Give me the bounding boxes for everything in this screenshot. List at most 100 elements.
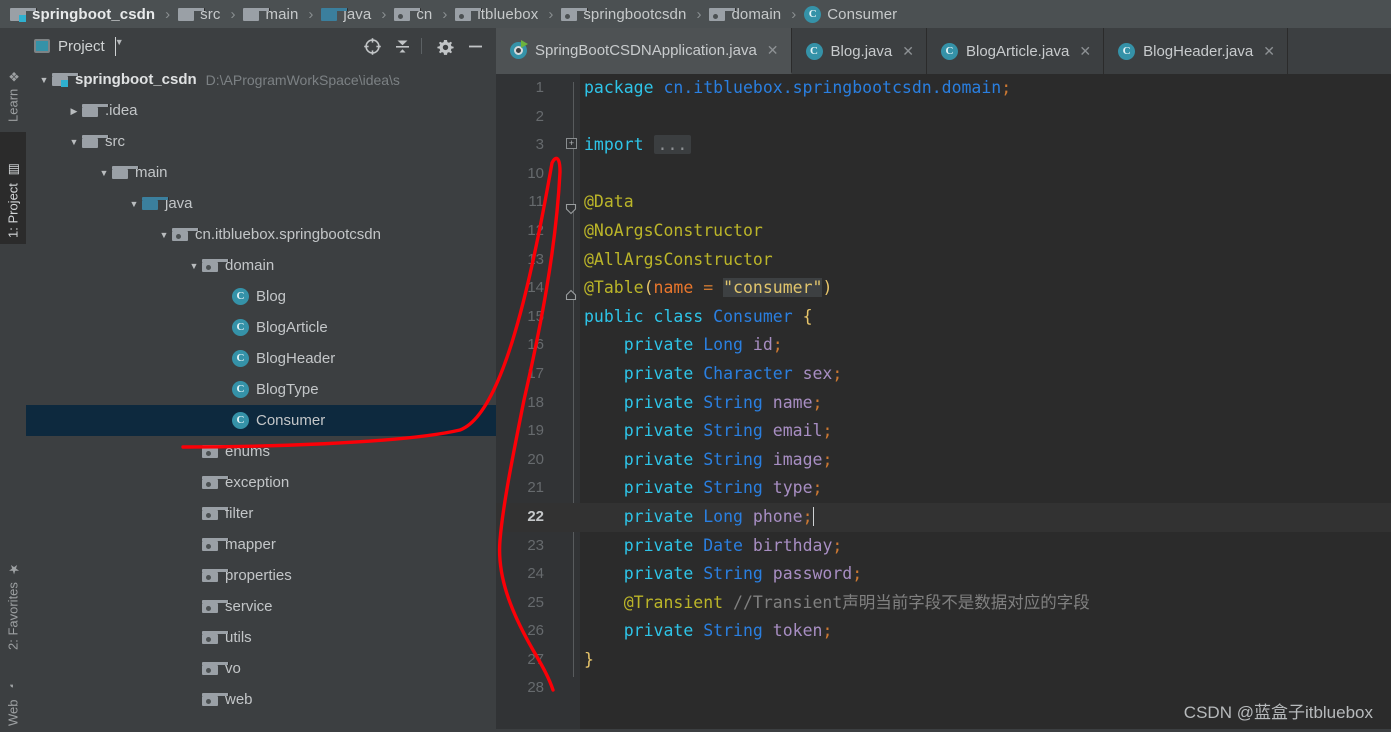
chevron-down-icon[interactable]: ▼ <box>126 196 142 212</box>
tree-node-properties[interactable]: properties <box>26 560 496 591</box>
code-line[interactable]: 22 private Long phone; <box>496 502 1391 532</box>
code-line[interactable]: 18 private String name; <box>496 389 1391 418</box>
tree-node-label: properties <box>225 567 292 584</box>
code-token: String <box>703 621 763 641</box>
tree-node-label: main <box>135 164 168 181</box>
chevron-down-icon[interactable]: ▼ <box>36 72 52 88</box>
intellij-idea-window: springboot_csdn › src › main › java › cn › itblueb… <box>0 0 1391 729</box>
fold-expand-icon[interactable]: + <box>566 138 577 150</box>
code-line[interactable]: 26 private String token; <box>496 617 1391 646</box>
tree-node-blogarticle[interactable]: C BlogArticle <box>26 312 496 343</box>
tree-node-service[interactable]: service <box>26 591 496 622</box>
tool-window-button-learn[interactable]: Learn ❖ <box>0 36 26 128</box>
tree-node-main[interactable]: ▼ main <box>26 157 496 188</box>
code-token: private <box>584 363 704 383</box>
code-line[interactable]: 21 private String type; <box>496 474 1391 503</box>
tree-node-filter[interactable]: filter <box>26 498 496 529</box>
code-line[interactable]: 16 private Long id; <box>496 331 1391 360</box>
code-line[interactable]: 14 @Table(name = "consumer") <box>496 274 1391 303</box>
tree-node-java[interactable]: ▼ java <box>26 188 496 219</box>
code-line[interactable]: 20 private String image; <box>496 446 1391 475</box>
editor-tab-blog-java[interactable]: C Blog.java ✕ <box>792 28 927 74</box>
code-line[interactable]: 25 @Transient //Transient声明当前字段不是数据对应的字段 <box>496 589 1391 618</box>
code-line[interactable]: 11 @Data <box>496 188 1391 217</box>
chevron-down-icon[interactable]: ▼ <box>114 36 124 56</box>
code-line[interactable]: 2 <box>496 103 1391 132</box>
code-token: id <box>752 335 773 355</box>
project-tree[interactable]: ▼ springboot_csdn D:\AProgramWorkSpace\ide… <box>26 64 496 729</box>
breadcrumb-item-main[interactable]: main <box>241 0 300 28</box>
editor-tab-blogheader-java[interactable]: C BlogHeader.java ✕ <box>1104 28 1288 74</box>
code-token: ; <box>822 621 833 641</box>
breadcrumb-item-consumer[interactable]: C Consumer <box>802 0 899 28</box>
code-line[interactable]: 23 private Date birthday; <box>496 532 1391 561</box>
tree-node-blogheader[interactable]: C BlogHeader <box>26 343 496 374</box>
code-line[interactable]: 24 private String password; <box>496 560 1391 589</box>
tree-node-src[interactable]: ▼ src <box>26 126 496 157</box>
chevron-down-icon[interactable]: ▼ <box>66 134 82 150</box>
tree-node-label: mapper <box>225 536 276 553</box>
folder-icon <box>82 104 109 117</box>
close-icon[interactable]: ✕ <box>1079 43 1091 60</box>
breadcrumb-item-springboot-csdn[interactable]: springboot_csdn <box>8 0 157 28</box>
breadcrumb-item-springbootcsdn[interactable]: springbootcsdn <box>559 0 688 28</box>
hide-panel-icon[interactable] <box>462 33 488 59</box>
tree-node-label: web <box>225 691 253 708</box>
tool-window-button-2-favorites[interactable]: 2: Favorites ★ <box>0 528 26 656</box>
tool-window-button-1-project[interactable]: 1: Project ▤ <box>0 132 26 244</box>
code-line[interactable]: 15 public class Consumer { <box>496 303 1391 332</box>
code-lines[interactable]: 1 package cn.itbluebox.springbootcsdn.dom… <box>496 74 1391 729</box>
close-icon[interactable]: ✕ <box>767 42 779 59</box>
code-line[interactable]: 3 + import ... <box>496 131 1391 160</box>
editor-tab-blogarticle-java[interactable]: C BlogArticle.java ✕ <box>927 28 1105 74</box>
folder-icon <box>243 7 271 21</box>
tree-node-exception[interactable]: exception <box>26 467 496 498</box>
close-icon[interactable]: ✕ <box>1263 43 1275 60</box>
tree-node-cn-itbluebox-springbootcsdn[interactable]: ▼ cn.itbluebox.springbootcsdn <box>26 219 496 250</box>
code-token: ; <box>772 335 783 355</box>
close-icon[interactable]: ✕ <box>902 43 914 60</box>
breadcrumb-item-cn[interactable]: cn <box>392 0 434 28</box>
tree-node-enums[interactable]: enums <box>26 436 496 467</box>
select-opened-file-icon[interactable] <box>359 33 385 59</box>
code-line[interactable]: 19 private String email; <box>496 417 1391 446</box>
tree-node-consumer[interactable]: C Consumer <box>26 405 496 436</box>
tree-node--idea[interactable]: ▶ .idea <box>26 95 496 126</box>
code-token: ; <box>822 449 833 469</box>
code-line[interactable]: 1 package cn.itbluebox.springbootcsdn.dom… <box>496 74 1391 103</box>
code-line[interactable]: 13 @AllArgsConstructor <box>496 246 1391 275</box>
code-editor[interactable]: 1 package cn.itbluebox.springbootcsdn.dom… <box>496 74 1391 729</box>
breadcrumb-item-domain[interactable]: domain <box>707 0 783 28</box>
chevron-right-icon[interactable]: ▶ <box>66 103 82 119</box>
fold-end-icon[interactable] <box>565 282 577 301</box>
tree-node-utils[interactable]: utils <box>26 622 496 653</box>
fold-collapse-icon[interactable] <box>565 196 577 215</box>
code-token: package <box>584 78 664 97</box>
code-line[interactable]: 27} <box>496 646 1391 675</box>
tree-node-domain[interactable]: ▼ domain <box>26 250 496 281</box>
tree-node-blog[interactable]: C Blog <box>26 281 496 312</box>
tree-node-springboot-csdn[interactable]: ▼ springboot_csdn D:\AProgramWorkSpace\ide… <box>26 64 496 95</box>
code-line[interactable]: 12 @NoArgsConstructor <box>496 217 1391 246</box>
breadcrumb-item-src[interactable]: src <box>176 0 222 28</box>
code-line[interactable]: 10 <box>496 160 1391 189</box>
settings-gear-icon[interactable] <box>432 33 458 59</box>
toolbar-divider <box>421 38 422 54</box>
editor-tab-springbootcsdnapplication-java[interactable]: SpringBootCSDNApplication.java ✕ <box>496 28 792 74</box>
tree-node-vo[interactable]: vo <box>26 653 496 684</box>
tool-window-button-web[interactable]: Web ◔ <box>0 660 26 732</box>
tree-node-web[interactable]: web <box>26 684 496 715</box>
breadcrumb-item-java[interactable]: java <box>319 0 373 28</box>
line-number: 13 <box>527 250 544 268</box>
code-line[interactable]: 17 private Character sex; <box>496 360 1391 389</box>
line-number: 16 <box>527 336 544 354</box>
collapse-all-icon[interactable] <box>389 33 415 59</box>
chevron-down-icon[interactable]: ▼ <box>96 165 112 181</box>
breadcrumb-item-itbluebox[interactable]: itbluebox <box>453 0 540 28</box>
tree-node-mapper[interactable]: mapper <box>26 529 496 560</box>
line-number: 21 <box>527 479 544 497</box>
chevron-down-icon[interactable]: ▼ <box>186 258 202 274</box>
tree-node-blogtype[interactable]: C BlogType <box>26 374 496 405</box>
chevron-down-icon[interactable]: ▼ <box>156 227 172 243</box>
